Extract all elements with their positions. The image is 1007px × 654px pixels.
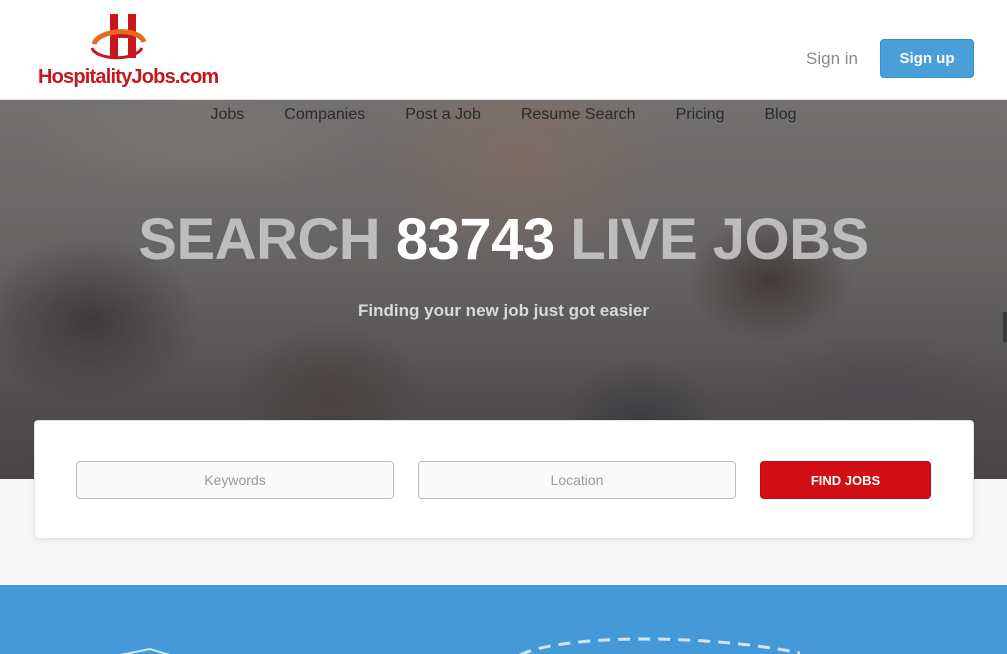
job-search-card: FIND JOBS <box>34 420 974 539</box>
headline-prefix: SEARCH <box>138 207 381 272</box>
nav-item-blog[interactable]: Blog <box>764 106 796 124</box>
nav-item-resume-search[interactable]: Resume Search <box>521 106 636 124</box>
job-count: 83743 <box>395 207 555 272</box>
logo-h-icon <box>90 14 147 60</box>
logo-wordmark: HospitalityJobs.com <box>38 66 219 88</box>
find-jobs-button[interactable]: FIND JOBS <box>760 461 931 499</box>
hero-headline: SEARCH 83743 LIVE JOBS <box>0 206 1007 273</box>
headline-suffix: LIVE JOBS <box>570 207 869 272</box>
feature-band <box>0 585 1007 654</box>
main-nav: Jobs Companies Post a Job Resume Search … <box>0 106 1007 124</box>
nav-item-post-a-job[interactable]: Post a Job <box>405 106 481 124</box>
nav-item-companies[interactable]: Companies <box>284 106 365 124</box>
location-input[interactable] <box>418 461 736 499</box>
sign-up-button[interactable]: Sign up <box>880 39 974 78</box>
keywords-input[interactable] <box>76 461 394 499</box>
sign-in-link[interactable]: Sign in <box>806 49 858 69</box>
scroll-indicator <box>1003 312 1007 342</box>
decorative-path-icon <box>119 637 801 654</box>
site-logo[interactable]: HospitalityJobs.com <box>38 12 219 92</box>
nav-item-pricing[interactable]: Pricing <box>676 106 725 124</box>
nav-item-jobs[interactable]: Jobs <box>211 106 245 124</box>
hero-subtitle: Finding your new job just got easier <box>358 301 649 320</box>
site-header: HospitalityJobs.com Sign in Sign up <box>0 0 1007 100</box>
